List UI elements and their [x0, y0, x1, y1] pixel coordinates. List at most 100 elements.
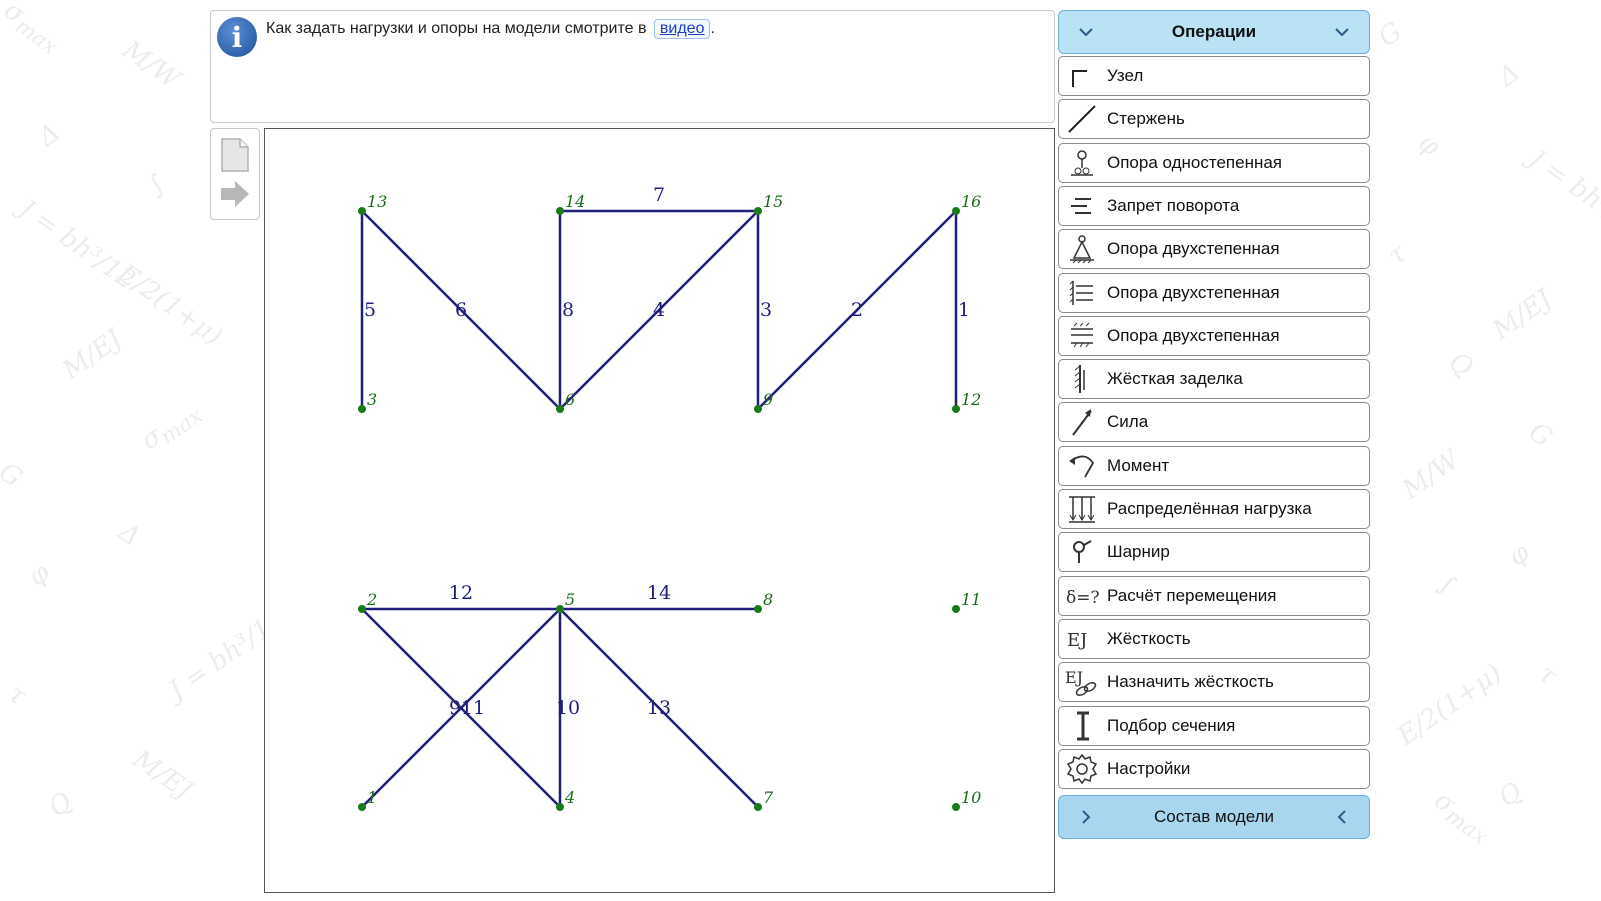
force-icon [1072, 409, 1092, 436]
model-composition-header[interactable]: Состав модели [1058, 795, 1370, 839]
truss-node[interactable] [952, 605, 960, 613]
displacement-icon: δ=? [1066, 588, 1099, 608]
truss-node[interactable] [358, 207, 366, 215]
truss-node[interactable] [754, 803, 762, 811]
operation-section[interactable]: Подбор сечения [1058, 705, 1370, 746]
background-formula: τ [1532, 658, 1562, 692]
operation-fixed-support[interactable]: Жёсткая заделка [1058, 359, 1370, 400]
operation-label: Запрет поворота [1107, 195, 1240, 215]
truss-node[interactable] [952, 803, 960, 811]
svg-text:EJ: EJ [1067, 630, 1087, 651]
truss-node[interactable] [358, 405, 366, 413]
background-formula: Δ [1493, 57, 1526, 93]
rod-label: 12 [449, 582, 473, 604]
rod-label: 9 [449, 697, 461, 719]
rod-label: 5 [364, 299, 376, 321]
truss-node[interactable] [754, 605, 762, 613]
operations-header[interactable]: Операции [1058, 10, 1370, 54]
background-formula: φ [1503, 537, 1536, 573]
section-icon [1077, 711, 1089, 740]
operation-label: Подбор сечения [1107, 715, 1236, 735]
operation-label: Жёсткость [1107, 628, 1191, 648]
operation-distributed-load[interactable]: Распределённая нагрузка [1058, 489, 1370, 529]
rod-label: 7 [653, 184, 665, 206]
fixed-support-icon [1074, 365, 1085, 394]
operation-settings[interactable]: Настройки [1058, 748, 1370, 789]
operation-displacement[interactable]: δ=? Расчёт перемещения [1058, 575, 1370, 616]
svg-text:δ=?: δ=? [1066, 588, 1099, 608]
chevron-down-icon [1335, 28, 1349, 37]
info-message: Как задать нагрузки и опоры на модели см… [266, 19, 715, 39]
truss-drawing: 12345 6789 101112131412345678910111213 14 15… [358, 184, 981, 811]
background-formula: φ [23, 557, 56, 593]
node-label: 10 [961, 788, 981, 807]
truss-node[interactable] [754, 207, 762, 215]
arrow-right-icon[interactable] [219, 179, 251, 209]
node-label: 12 [961, 390, 981, 409]
background-formula: φ [1413, 127, 1446, 163]
operation-rod[interactable]: Стержень [1058, 99, 1370, 140]
operation-stiffness[interactable]: EJ Жёсткость [1058, 618, 1370, 659]
operation-label: Стержень [1107, 109, 1185, 129]
operation-label: Узел [1107, 66, 1144, 85]
operation-label: Назначить жёсткость [1107, 672, 1274, 692]
operation-rotation-lock[interactable]: Запрет поворота [1058, 185, 1370, 226]
operation-label: Настройки [1107, 758, 1191, 778]
background-formula: ∫ [142, 168, 171, 202]
node-label: 4 [564, 788, 575, 807]
truss-node[interactable] [556, 605, 564, 613]
background-formula: G [0, 456, 28, 494]
operation-label: Опора одностепенная [1107, 152, 1283, 172]
truss-node[interactable] [754, 405, 762, 413]
operation-side-support[interactable]: Опора двухстепенная [1058, 272, 1370, 313]
operations-header-label: Операции [1171, 22, 1257, 41]
info-message-text: Как задать нагрузки и опоры на модели см… [266, 20, 647, 37]
operation-slider-support[interactable]: Опора двухстепенная [1058, 315, 1370, 356]
info-panel: i Как задать нагрузки и опоры на модели … [210, 10, 1055, 123]
background-formula: J = bh³/12 [13, 194, 141, 296]
model-canvas[interactable]: 1 2 3 4 5 6 7 8 9 10 11 12 13 14 1 2 3 4 5 6 7 8 9 10 11 12 13 14 15… [264, 128, 1055, 893]
rotation-lock-icon [1071, 197, 1091, 214]
new-document-icon[interactable] [220, 137, 250, 173]
truss-node[interactable] [358, 803, 366, 811]
rod-label: 11 [461, 697, 485, 719]
rod-label: 3 [760, 299, 772, 321]
stiffness-icon: EJ [1067, 630, 1087, 651]
operation-hinge[interactable]: Шарнир [1058, 532, 1370, 573]
background-formula: τ [2, 678, 32, 712]
operation-label: Распределённая нагрузка [1107, 499, 1312, 518]
operation-label: Сила [1107, 412, 1149, 432]
background-formula: Δ [33, 117, 66, 153]
truss-node[interactable] [556, 405, 564, 413]
background-formula: M/W [117, 34, 186, 96]
chevron-left-icon [1337, 810, 1346, 824]
truss-node[interactable] [952, 405, 960, 413]
operation-label: Опора двухстепенная [1107, 325, 1280, 345]
background-formula: Q [43, 786, 79, 824]
video-link[interactable]: видео [653, 19, 711, 39]
operation-force[interactable]: Сила [1058, 402, 1370, 443]
node-label: 9 [763, 390, 773, 409]
background-formula: M/W [1397, 444, 1466, 506]
pin-support-icon [1070, 235, 1094, 264]
background-formula: ∫ [1432, 568, 1461, 602]
background-formula: Q [1443, 346, 1479, 384]
slider-support-icon [1071, 322, 1093, 348]
node-label: 3 [367, 390, 377, 409]
operation-single-support[interactable]: Опора одностепенная [1058, 142, 1370, 183]
operation-node[interactable]: Узел [1058, 56, 1370, 96]
hinge-icon [1073, 540, 1092, 564]
rod-label: 13 [647, 697, 671, 719]
node-label: 5 [565, 590, 575, 609]
node-icon [1072, 70, 1087, 87]
rod-label: 4 [653, 299, 665, 321]
node-label: 14 [565, 192, 585, 211]
operation-moment[interactable]: Момент [1058, 445, 1370, 486]
background-formula: J = bh³/12 [1523, 144, 1601, 246]
truss-node[interactable] [952, 207, 960, 215]
truss-node[interactable] [358, 605, 366, 613]
truss-node[interactable] [556, 803, 564, 811]
operation-assign-stiffness[interactable]: EJ Назначить жёсткость [1058, 662, 1370, 703]
operation-pin-support[interactable]: Опора двухстепенная [1058, 229, 1370, 270]
truss-node[interactable] [556, 207, 564, 215]
